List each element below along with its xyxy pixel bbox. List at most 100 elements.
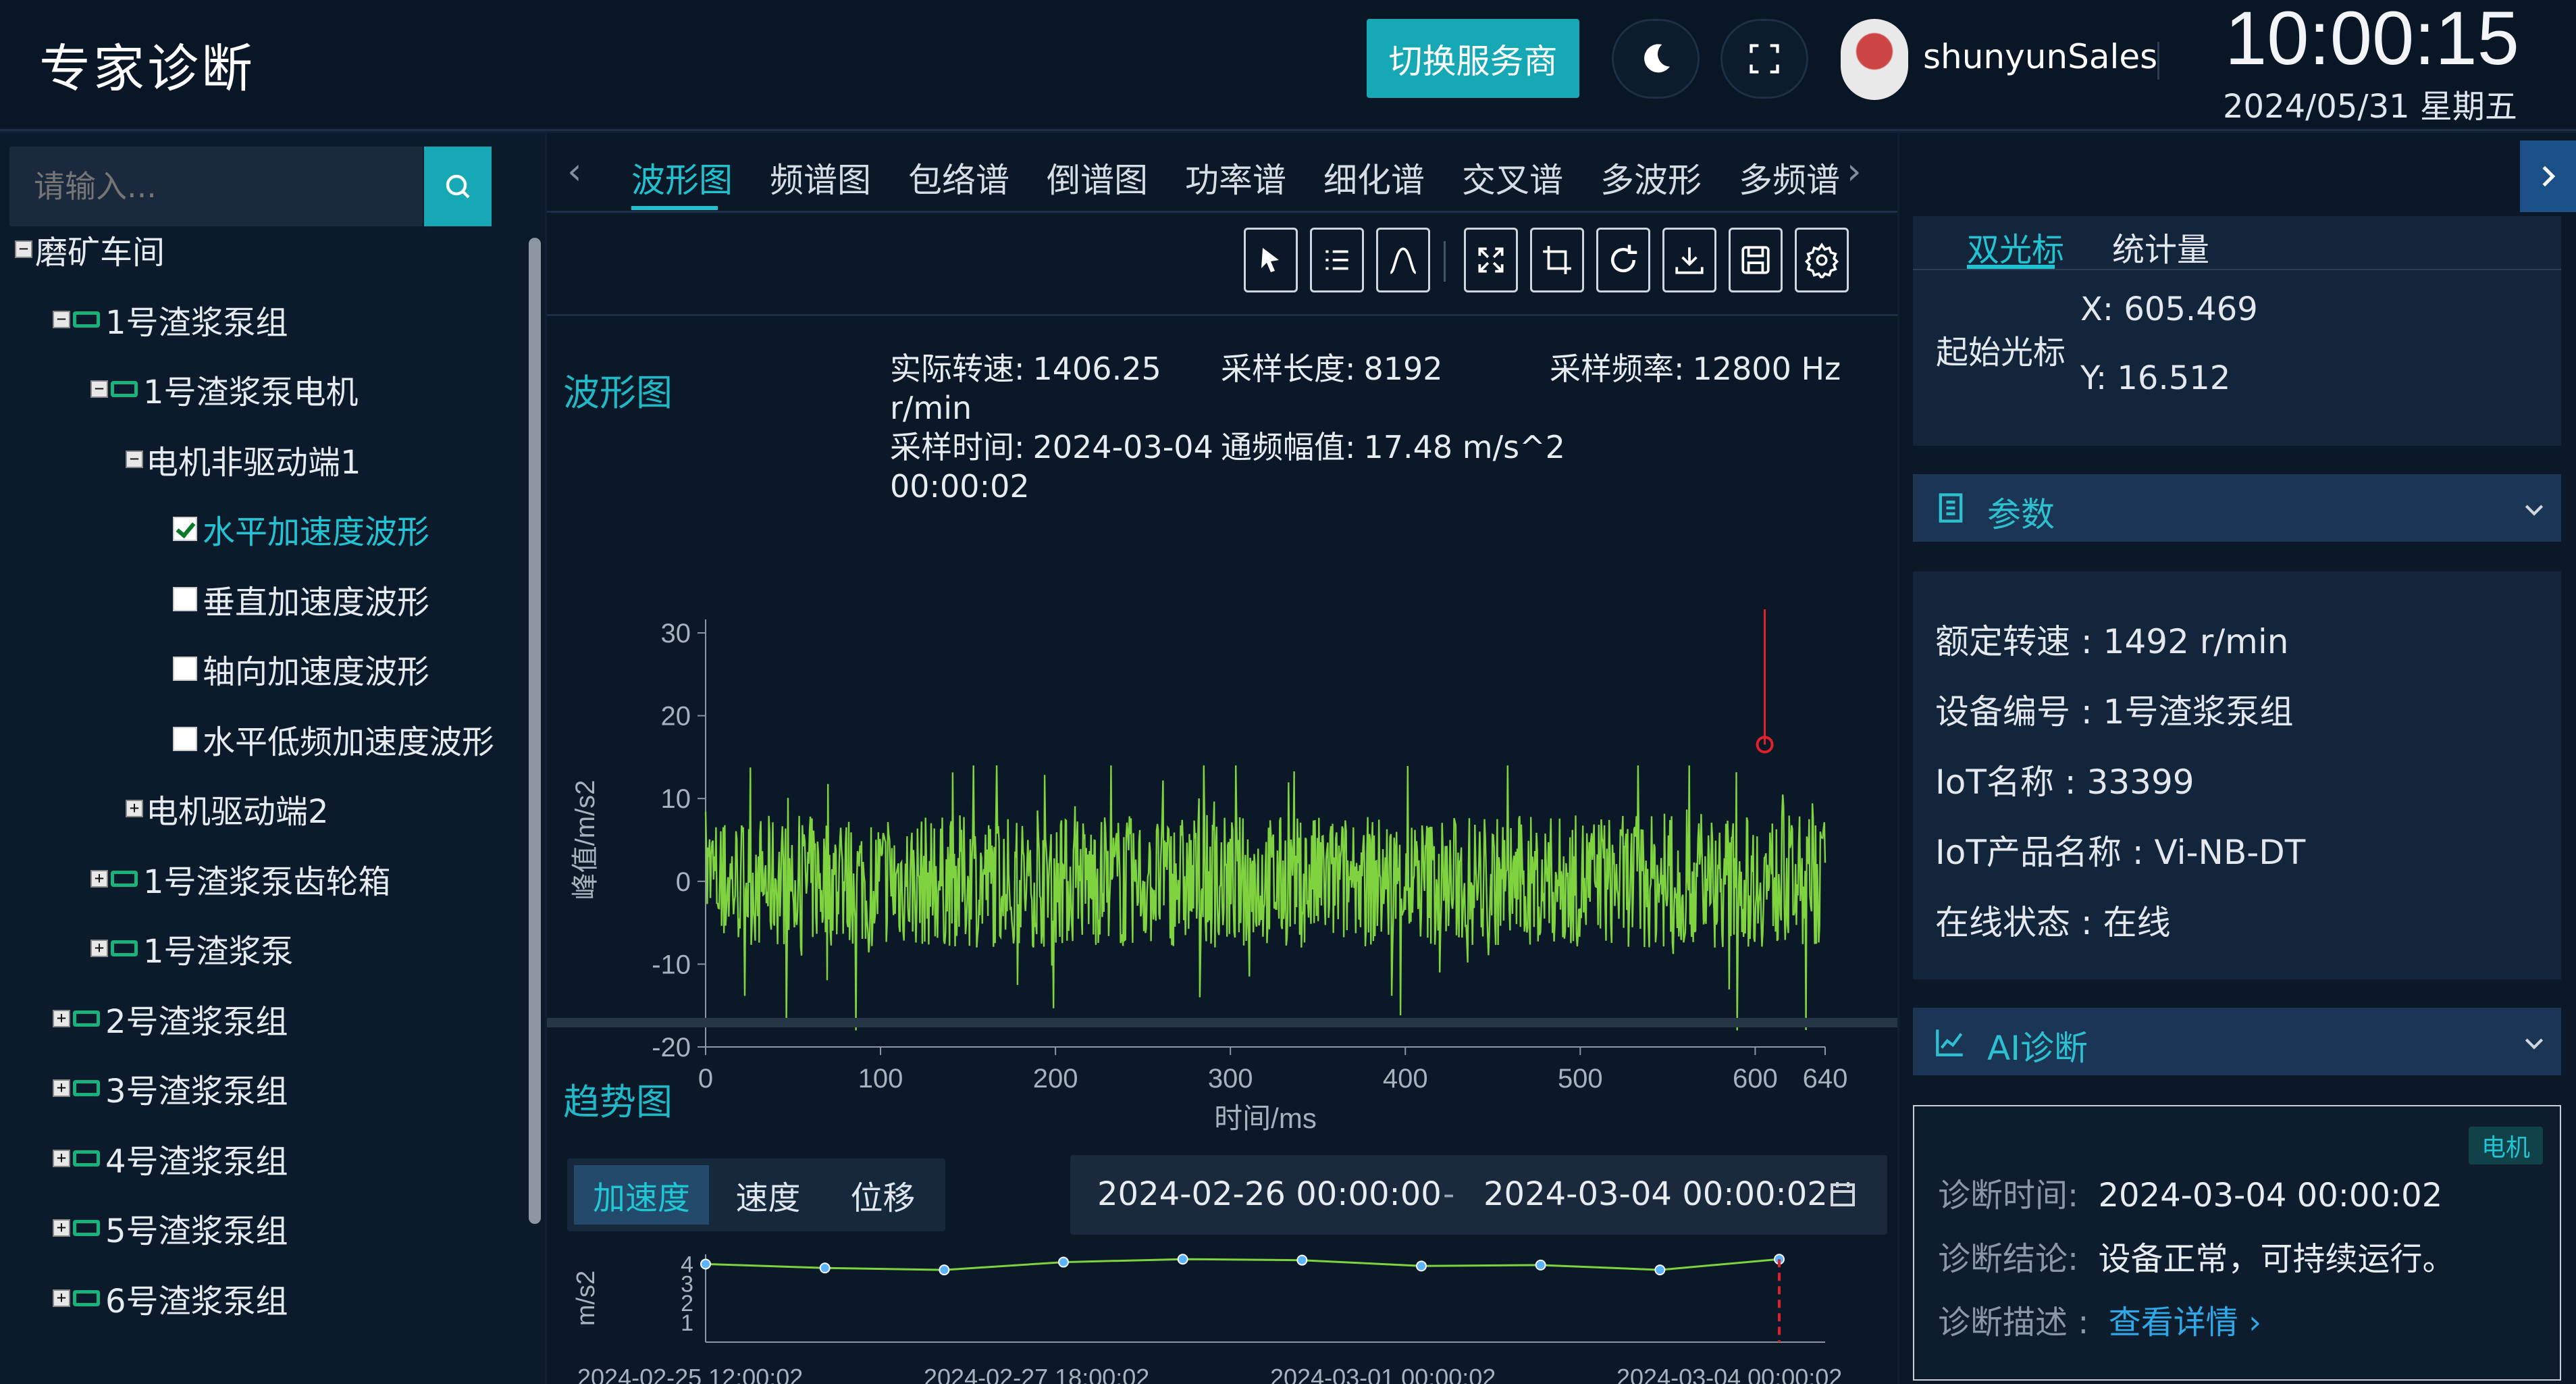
trend-point (1654, 1264, 1666, 1276)
trend-tab-displacement[interactable]: 位移 (827, 1165, 939, 1225)
switch-provider-button[interactable]: 切换服务商 (1367, 19, 1579, 98)
trend-point (1416, 1260, 1427, 1272)
tree-node[interactable]: − 电机非驱动端1 (126, 432, 361, 486)
waveform-chart[interactable]: 3020100-10-200 100 200 300 400 500 600 640时间/ms… (547, 592, 1897, 1153)
panel-splitter[interactable] (547, 1018, 1897, 1027)
line-chart-icon (1936, 1029, 1963, 1056)
ai-header[interactable]: AI诊断 (1913, 1008, 2561, 1075)
expand-icon[interactable]: + (53, 1289, 70, 1307)
chevron-down-icon[interactable] (2521, 1029, 2548, 1056)
tree-node-label: 垂直加速度波形 (203, 583, 430, 621)
tabs-prev-icon[interactable]: ‹ (567, 150, 582, 193)
tree-checkbox[interactable] (173, 517, 197, 541)
tree-node[interactable]: − 1号渣浆泵组 (53, 292, 288, 347)
date-range-picker[interactable]: 2024-02-26 00:00:00 - 2024-03-04 00:00:0… (1070, 1155, 1887, 1235)
collapse-panel-button[interactable] (2520, 140, 2576, 212)
trend-tab-velocity[interactable]: 速度 (712, 1165, 824, 1225)
waveform-info-2: 采样长度: 8192 (1221, 349, 1443, 388)
ai-time-value: 2024-03-04 00:00:02 (2098, 1177, 2443, 1214)
range-end[interactable]: 2024-03-04 00:00:02 (1483, 1175, 1828, 1213)
tab-spectrum[interactable]: 频谱图 (770, 153, 871, 202)
ai-result-label: 诊断结论: (1938, 1240, 2079, 1278)
pointer-tool-button[interactable] (1244, 228, 1298, 292)
tree-node-label: 1号渣浆泵组 (105, 303, 288, 342)
tab-dual-cursor[interactable]: 双光标 (1967, 223, 2064, 270)
toolbar-separator (1444, 241, 1446, 282)
tree-node[interactable]: 水平低频加速度波形 (173, 712, 494, 766)
username[interactable]: shunyunSales (1923, 37, 2157, 76)
tab-waveform[interactable]: 波形图 (631, 153, 733, 202)
refresh-button[interactable] (1596, 228, 1650, 292)
expand-icon[interactable]: + (53, 1079, 70, 1097)
crop-tool-button[interactable] (1530, 228, 1584, 292)
ai-result-row: 诊断结论: 设备正常，可持续运行。 (1938, 1232, 2454, 1279)
params-header[interactable]: 参数 (1913, 474, 2561, 542)
expand-icon[interactable]: + (53, 1219, 70, 1237)
expand-icon[interactable]: + (53, 1009, 70, 1027)
ai-view-details-link[interactable]: 查看详情 › (2109, 1304, 2261, 1341)
tree-node[interactable]: 水平加速度波形 (173, 502, 429, 556)
tree-checkbox[interactable] (173, 726, 197, 751)
tab-cross-spectrum[interactable]: 交叉谱 (1462, 153, 1563, 202)
tree-node[interactable]: + 电机驱动端2 (126, 781, 329, 836)
settings-button[interactable] (1795, 228, 1849, 292)
collapse-icon[interactable]: − (90, 380, 108, 398)
tree-node[interactable]: +1号渣浆泵齿轮箱 (90, 852, 391, 906)
search-input[interactable] (9, 147, 423, 226)
trend-chart[interactable]: 4321m/s22024-02-25 12:00:02 2024-02-27 18… (547, 1241, 1897, 1384)
tree-checkbox[interactable] (173, 586, 197, 611)
tree-node[interactable]: +3号渣浆泵组 (53, 1061, 288, 1115)
tabs-next-icon[interactable]: › (1847, 150, 1862, 193)
x-tick-label: 640 (1803, 1064, 1848, 1094)
expand-icon[interactable]: + (90, 940, 108, 957)
collapse-icon[interactable]: − (126, 450, 143, 468)
ai-desc-label: 诊断描述 : (1938, 1304, 2089, 1341)
collapse-icon[interactable]: − (53, 310, 70, 328)
tree-checkbox[interactable] (173, 657, 197, 681)
tab-multi-waveform[interactable]: 多波形 (1600, 153, 1702, 202)
tab-envelope[interactable]: 包络谱 (908, 153, 1009, 202)
tree-node[interactable]: +4号渣浆泵组 (53, 1131, 288, 1185)
tree-node[interactable]: +6号渣浆泵组 (53, 1271, 288, 1325)
trend-y-axis-title: m/s2 (572, 1271, 600, 1326)
download-button[interactable] (1662, 228, 1716, 292)
fit-view-button[interactable] (1464, 228, 1518, 292)
cursor-y-value: Y: 16.512 (2080, 359, 2231, 397)
tree-node[interactable]: +5号渣浆泵组 (53, 1201, 288, 1255)
peak-tool-button[interactable] (1376, 228, 1430, 292)
tab-zoom-spectrum[interactable]: 细化谱 (1323, 153, 1425, 202)
trend-tab-acceleration[interactable]: 加速度 (574, 1165, 709, 1225)
expand-icon[interactable]: + (126, 800, 143, 817)
y-tick-label: 30 (661, 619, 691, 648)
freq-value: 12800 Hz (1692, 351, 1841, 387)
search-button[interactable] (424, 147, 492, 226)
dark-mode-button[interactable] (1612, 19, 1700, 99)
list-tool-button[interactable] (1310, 228, 1364, 292)
expand-icon[interactable]: + (90, 869, 108, 888)
speed-unit: r/min (890, 390, 972, 426)
y-tick-label: 0 (676, 867, 691, 897)
tree-node[interactable]: 轴向加速度波形 (173, 642, 429, 696)
tree-node[interactable]: +2号渣浆泵组 (53, 992, 288, 1046)
fullscreen-button[interactable] (1720, 19, 1808, 99)
speed-value: 1406.25 (1032, 351, 1161, 387)
chevron-down-icon[interactable] (2521, 496, 2548, 523)
tab-multi-spectrum[interactable]: 多频谱 (1739, 153, 1840, 202)
tree-scrollbar[interactable] (529, 238, 541, 1224)
tab-statistics[interactable]: 统计量 (2112, 223, 2209, 270)
calendar-icon[interactable] (1826, 1178, 1859, 1210)
tree-node-label: 5号渣浆泵组 (105, 1212, 288, 1250)
tree-node[interactable]: − 磨矿车间 (15, 222, 165, 276)
motor-icon (73, 1150, 100, 1167)
avatar[interactable] (1841, 19, 1908, 100)
tree-node[interactable]: 垂直加速度波形 (173, 572, 429, 626)
expand-icon (1750, 44, 1779, 74)
save-button[interactable] (1729, 228, 1783, 292)
tab-cepstrum[interactable]: 倒谱图 (1047, 153, 1148, 202)
range-start[interactable]: 2024-02-26 00:00:00 (1097, 1175, 1442, 1213)
tree-node[interactable]: +1号渣浆泵 (90, 921, 294, 975)
collapse-icon[interactable]: − (15, 240, 32, 258)
tree-node[interactable]: − 1号渣浆泵电机 (90, 362, 359, 416)
expand-icon[interactable]: + (53, 1149, 70, 1167)
tab-power-spectrum[interactable]: 功率谱 (1185, 153, 1286, 202)
